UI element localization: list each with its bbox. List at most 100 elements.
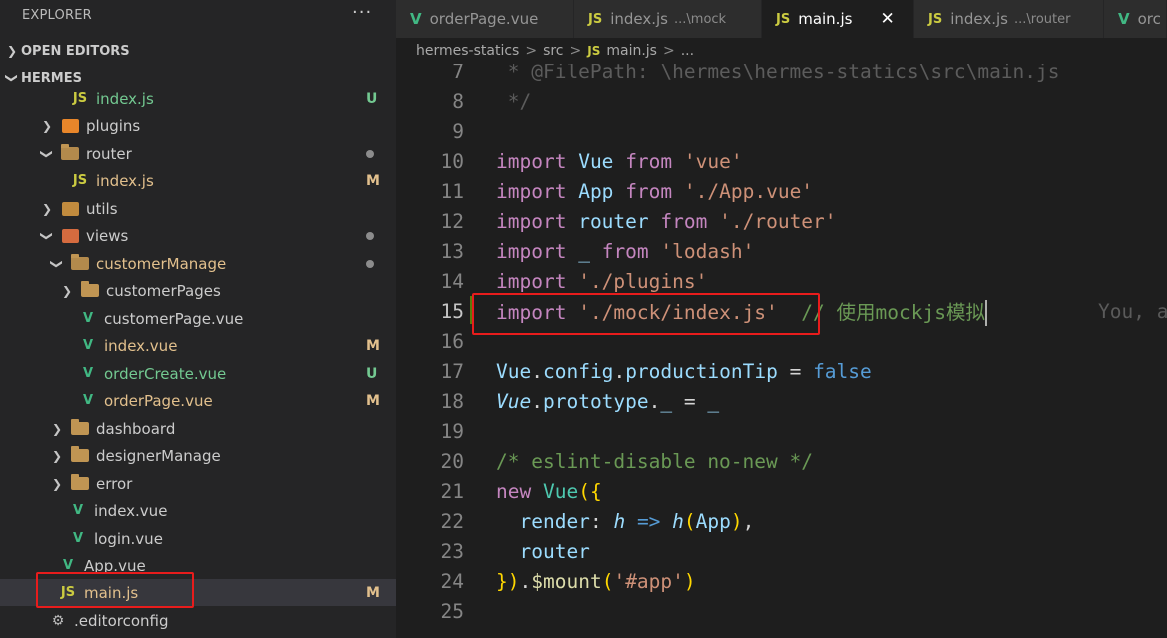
breadcrumb: hermes-statics > src > JS main.js > ... (396, 38, 1167, 64)
chevron-down-icon: ❯ (40, 230, 54, 241)
vue-file-icon: V (410, 10, 422, 28)
chevron-right-icon: ❯ (61, 283, 73, 298)
vue-file-icon: V (82, 393, 94, 408)
chevron-right-icon: ❯ (51, 476, 63, 491)
tree-item-designermanage[interactable]: ❯ designerManage (0, 442, 396, 469)
chevron-right-icon: > (525, 43, 538, 59)
git-status-badge: M (366, 172, 380, 189)
git-status-badge: M (366, 584, 380, 601)
code-line: 13 import _ from 'lodash' (440, 239, 755, 263)
git-status-badge: U (366, 90, 378, 107)
more-actions-icon[interactable]: ··· (352, 2, 372, 23)
views-folder-icon (60, 227, 80, 245)
code-line: 23 router (440, 539, 590, 563)
code-line: 24}).$mount('#app') (440, 569, 696, 593)
code-line: 7 * @FilePath: \hermes\hermes-statics\sr… (452, 64, 1060, 83)
tree-item-views[interactable]: ❯ views (0, 222, 396, 249)
project-label: HERMES (21, 70, 82, 86)
open-editors-label: OPEN EDITORS (21, 43, 130, 59)
code-line: 19 (440, 419, 464, 443)
git-status-badge: M (366, 337, 380, 354)
tree-item-router[interactable]: ❯ router (0, 140, 396, 167)
vue-file-icon: V (82, 366, 94, 381)
tab-mock-index-js[interactable]: JS index.js ...\mock (574, 0, 762, 38)
tree-item-customerpage-vue[interactable]: V customerPage.vue (0, 305, 396, 332)
tree-item-login-vue[interactable]: V login.vue (0, 525, 396, 552)
code-editor[interactable]: 7 * @FilePath: \hermes\hermes-statics\sr… (396, 64, 1167, 638)
code-line: 21 new Vue({ (440, 479, 602, 503)
breadcrumb-hermes-statics[interactable]: hermes-statics (416, 43, 519, 59)
gear-icon: ⚙ (51, 612, 65, 629)
highlight-box-import-mock (472, 293, 820, 335)
chevron-right-icon: ❯ (6, 44, 18, 58)
folder-open-icon (60, 144, 80, 163)
git-blame-annotation: You, a (1098, 299, 1167, 323)
folder-icon (70, 474, 90, 493)
modified-dot (366, 231, 374, 240)
close-icon[interactable]: ✕ (880, 9, 894, 29)
tree-item-dashboard[interactable]: ❯ dashboard (0, 415, 396, 442)
chevron-right-icon: > (569, 43, 582, 59)
editor-tabs: V orderPage.vue JS index.js ...\mock JS … (396, 0, 1167, 38)
folder-icon (80, 281, 100, 300)
tree-item-ordercreate-vue[interactable]: V orderCreate.vue U (0, 360, 396, 387)
vue-file-icon: V (1118, 10, 1130, 28)
chevron-right-icon: > (662, 43, 675, 59)
explorer-sidebar: EXPLORER ··· ❯ OPEN EDITORS ❯ HERMES JS … (0, 0, 396, 638)
code-line: 17 Vue.config.productionTip = false (440, 359, 872, 383)
chevron-right-icon: ❯ (51, 448, 63, 463)
tree-item-error[interactable]: ❯ error (0, 470, 396, 497)
code-line: 8 */ (452, 89, 532, 113)
highlight-box-main-js (36, 572, 194, 608)
git-status-badge: U (366, 365, 378, 382)
code-line: 25 (440, 599, 464, 623)
chevron-right-icon: ❯ (41, 201, 53, 216)
js-file-icon: JS (72, 173, 88, 188)
chevron-down-icon: ❯ (40, 148, 54, 159)
open-editors-section[interactable]: ❯ OPEN EDITORS (0, 39, 396, 63)
code-line: 10 import Vue from 'vue' (440, 149, 743, 173)
tree-item-plugins[interactable]: ❯ plugins (0, 112, 396, 139)
modified-dot (366, 259, 374, 268)
chevron-right-icon: ❯ (51, 421, 63, 436)
code-line: 20/* eslint-disable no-new */ (440, 449, 813, 473)
chevron-right-icon: ❯ (41, 118, 53, 133)
breadcrumb-main-js[interactable]: main.js (606, 43, 657, 59)
js-file-icon: JS (928, 11, 943, 27)
code-line: 14 import './plugins' (440, 269, 708, 293)
code-line: 18 Vue.prototype._ = _ (440, 389, 720, 413)
folder-icon (70, 446, 90, 465)
vue-file-icon: V (72, 503, 84, 518)
js-file-icon: JS (72, 91, 88, 106)
tree-item-index-vue[interactable]: V index.vue M (0, 332, 396, 359)
js-file-icon: JS (776, 11, 791, 27)
code-line: 12 import router from './router' (440, 209, 837, 233)
folder-open-icon (70, 254, 90, 273)
tab-main-js[interactable]: JS main.js ✕ (762, 0, 914, 38)
text-cursor (984, 300, 987, 327)
tree-item-customerpages[interactable]: ❯ customerPages (0, 277, 396, 304)
tree-item-router-index-js[interactable]: JS index.js M (0, 167, 396, 194)
tree-item-orderpage-vue[interactable]: V orderPage.vue M (0, 387, 396, 414)
tree-item-utils[interactable]: ❯ utils (0, 195, 396, 222)
tab-orc-vue[interactable]: V orc (1104, 0, 1167, 38)
plugins-folder-icon (60, 117, 80, 135)
vue-file-icon: V (72, 531, 84, 546)
code-line: 9 (452, 119, 464, 143)
vue-file-icon: V (82, 311, 94, 326)
breadcrumb-src[interactable]: src (543, 43, 563, 59)
breadcrumb-symbol[interactable]: ... (681, 43, 694, 59)
vue-file-icon: V (82, 338, 94, 353)
tab-router-index-js[interactable]: JS index.js ...\router (914, 0, 1104, 38)
code-line: 11 import App from './App.vue' (440, 179, 814, 203)
tree-item-views-index-vue[interactable]: V index.vue (0, 497, 396, 524)
chevron-down-icon: ❯ (50, 258, 64, 269)
modified-dot (366, 149, 374, 158)
folder-icon (70, 419, 90, 438)
tab-orderpage-vue[interactable]: V orderPage.vue (396, 0, 574, 38)
tree-item-mock-index-js[interactable]: JS index.js U (0, 85, 396, 112)
utils-folder-icon (60, 200, 80, 218)
tree-item-customermanage[interactable]: ❯ customerManage (0, 250, 396, 277)
tree-item-editorconfig[interactable]: ⚙ .editorconfig (0, 607, 396, 634)
js-file-icon: JS (588, 11, 603, 27)
